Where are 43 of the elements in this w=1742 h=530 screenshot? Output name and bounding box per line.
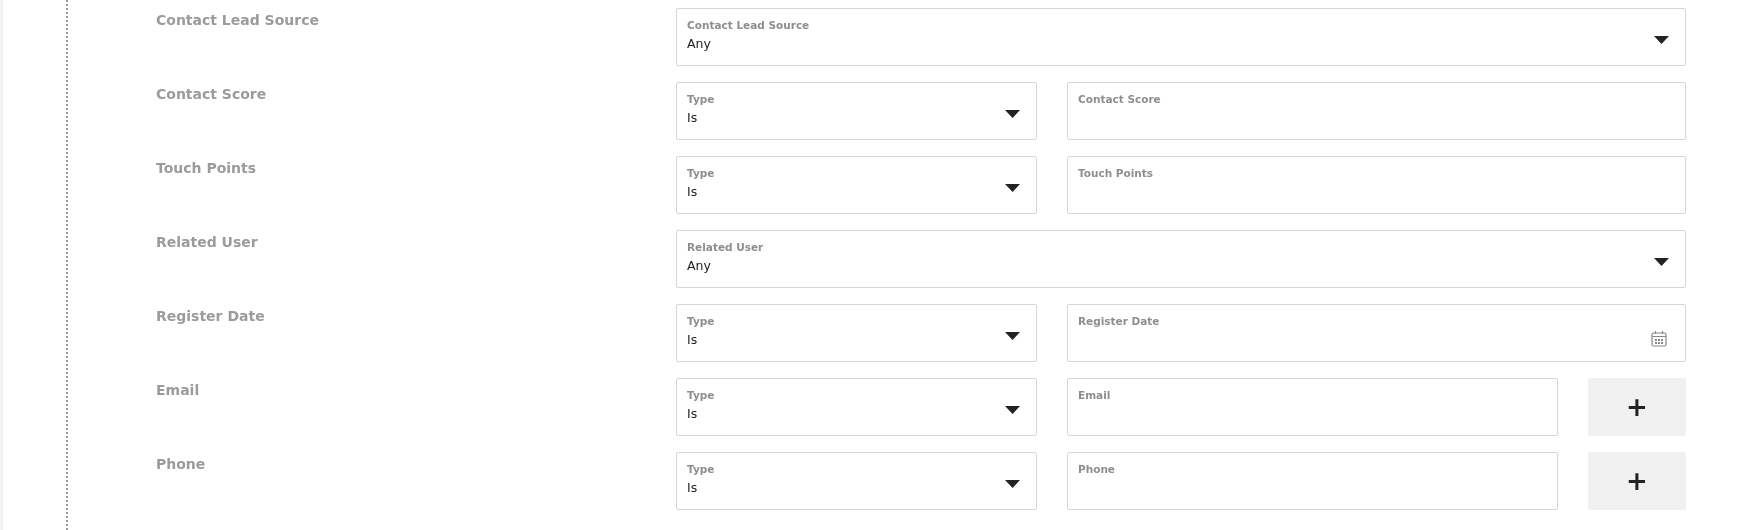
field-label: Email — [1078, 388, 1111, 402]
field-label: Contact Lead Source — [687, 18, 810, 32]
select-field[interactable]: Contact Lead Source Any — [676, 8, 1686, 66]
caret-icon — [1005, 480, 1020, 488]
filter-label: Contact Lead Source — [156, 11, 320, 28]
select-field[interactable]: Related User Any — [676, 230, 1686, 288]
field-value: Is — [687, 184, 698, 200]
field-label: Type — [687, 388, 715, 402]
select-field[interactable]: Type Is — [676, 304, 1037, 362]
filter-label: Contact Score — [156, 85, 268, 102]
select-field[interactable]: Type Is — [676, 82, 1037, 140]
filter-label: Email — [156, 381, 201, 398]
field-label: Related User — [687, 240, 764, 254]
field-label: Phone — [1078, 462, 1115, 476]
field-value: Any — [687, 258, 711, 274]
field-label: Touch Points — [1078, 166, 1154, 180]
field-value: Is — [687, 480, 698, 496]
field-value: Is — [687, 332, 698, 348]
select-field[interactable]: Type Is — [676, 378, 1037, 436]
filter-label: Register Date — [156, 307, 266, 324]
field-value: Any — [687, 36, 711, 52]
field-label: Contact Score — [1078, 92, 1161, 106]
field-value: Is — [687, 110, 698, 126]
filter-label: Related User — [156, 233, 259, 250]
caret-icon — [1654, 36, 1669, 44]
field-label: Type — [687, 314, 715, 328]
field-value: Is — [687, 406, 698, 422]
field-label: Register Date — [1078, 314, 1160, 328]
caret-icon — [1005, 110, 1020, 118]
field-label: Type — [687, 462, 715, 476]
filter-label: Touch Points — [156, 159, 258, 176]
field-label: Type — [687, 166, 715, 180]
select-field[interactable]: Type Is — [676, 156, 1037, 214]
caret-icon — [1005, 184, 1020, 192]
caret-icon — [1005, 406, 1020, 414]
caret-icon — [1654, 258, 1669, 266]
caret-icon — [1005, 332, 1020, 340]
select-field[interactable]: Type Is — [676, 452, 1037, 510]
filter-label: Phone — [156, 455, 207, 472]
calendar-icon — [1651, 330, 1667, 347]
add-button[interactable]: + — [1588, 452, 1686, 510]
add-button[interactable]: + — [1588, 378, 1686, 436]
field-label: Type — [687, 92, 715, 106]
